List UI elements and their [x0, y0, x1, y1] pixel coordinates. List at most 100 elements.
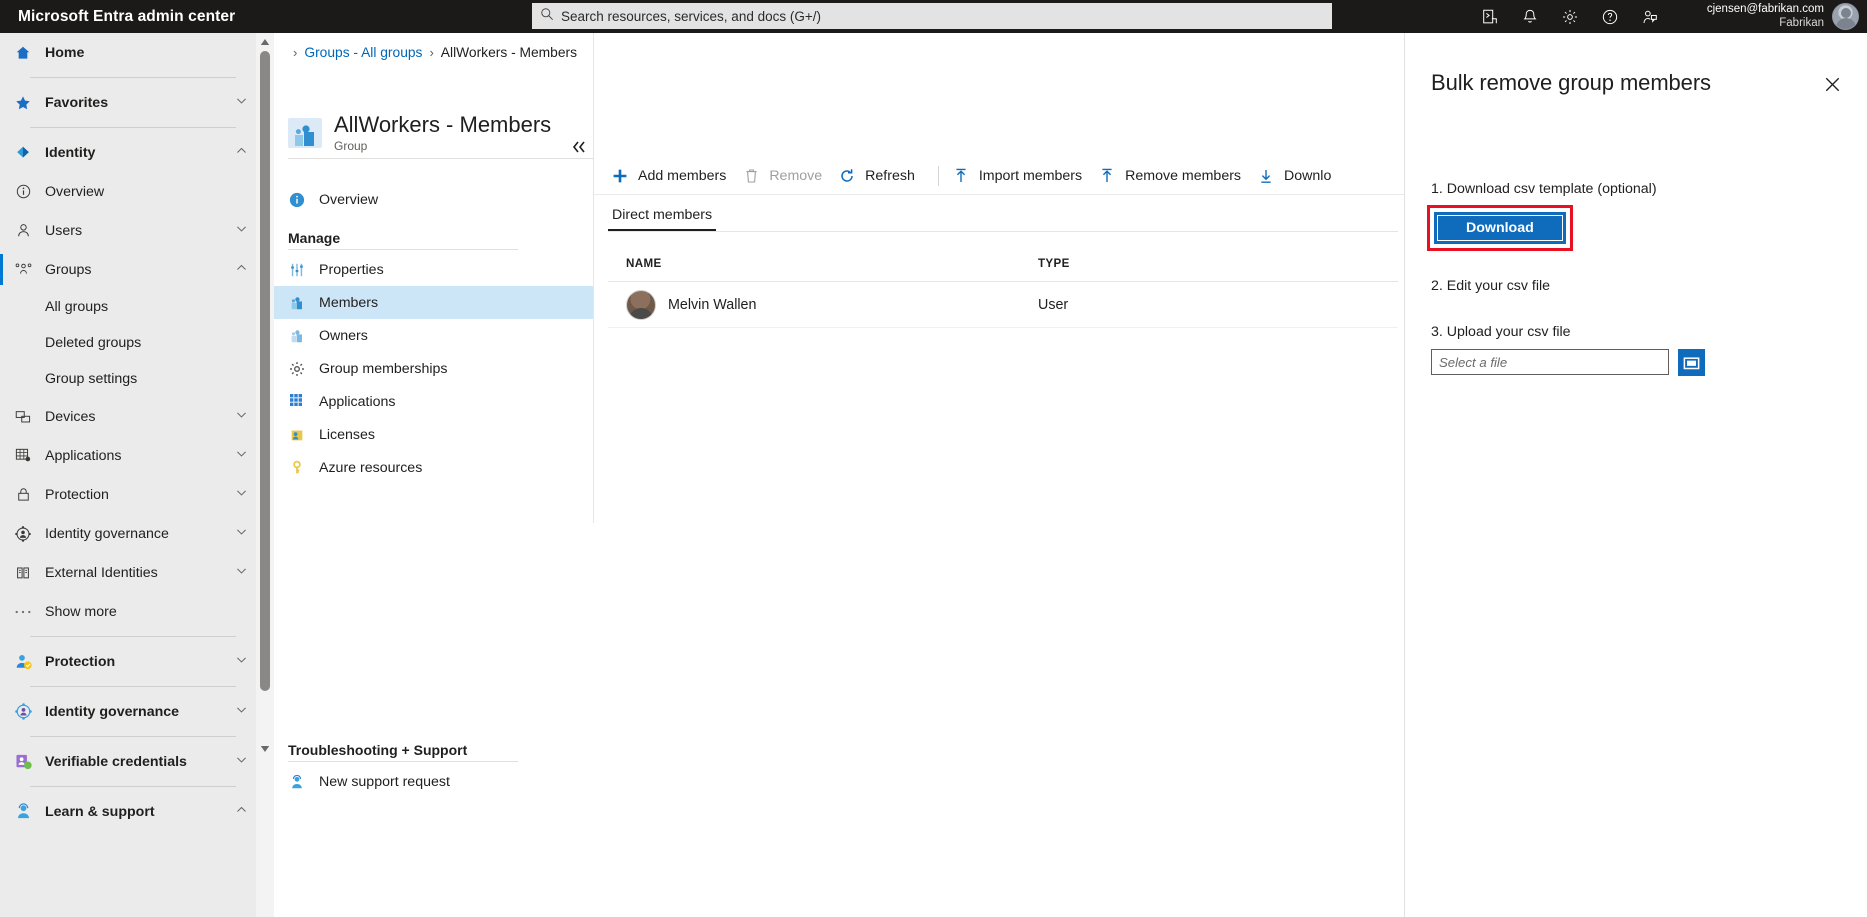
sidebar-item-identity-governance[interactable]: Identity governance [0, 514, 256, 553]
cloud-shell-icon[interactable] [1479, 6, 1501, 28]
gear-icon[interactable] [1559, 6, 1581, 28]
account-names: cjensen@fabrikan.com Fabrikan [1707, 3, 1824, 29]
blade-nav-overview[interactable]: Overview [274, 183, 594, 216]
sidebar-item-verifiable-credentials[interactable]: Verifiable credentials [0, 742, 256, 781]
header-icon-group [1479, 0, 1661, 33]
import-members-button[interactable]: Import members [949, 157, 1095, 195]
account-menu[interactable]: cjensen@fabrikan.com Fabrikan [1661, 0, 1867, 33]
sidebar-item-overview[interactable]: Overview [0, 172, 256, 211]
blade-nav-applications[interactable]: Applications [274, 385, 594, 418]
sidebar-item-external-identities[interactable]: External Identities [0, 553, 256, 592]
blade-nav-group-memberships[interactable]: Group memberships [274, 352, 594, 385]
sidebar-item-label: Deleted groups [45, 335, 142, 351]
sidebar-item-users[interactable]: Users [0, 211, 256, 250]
help-icon[interactable] [1599, 6, 1621, 28]
breadcrumb-link-groups[interactable]: Groups - All groups [304, 45, 422, 60]
groups-icon [12, 260, 34, 280]
upload-icon [951, 167, 971, 185]
page-scrollbar[interactable] [256, 33, 274, 917]
blade-nav-azure-resources[interactable]: Azure resources [274, 451, 594, 484]
learn-support-icon [12, 802, 34, 822]
sidebar-item-identity[interactable]: Identity [0, 133, 256, 172]
blade-nav-properties[interactable]: Properties [274, 253, 594, 286]
global-search-placeholder: Search resources, services, and docs (G+… [561, 8, 821, 24]
step1-label: 1. Download csv template (optional) [1431, 181, 1657, 197]
search-icon [540, 7, 554, 26]
blade-nav-label: Azure resources [319, 459, 423, 476]
applications-grid-icon [288, 393, 306, 411]
global-search-box[interactable]: Search resources, services, and docs (G+… [532, 3, 1332, 29]
file-select-input[interactable]: Select a file [1431, 349, 1669, 375]
download-template-button[interactable]: Download [1434, 212, 1566, 244]
sidebar-item-home[interactable]: Home [0, 33, 256, 72]
refresh-button[interactable]: Refresh [835, 157, 928, 195]
blade-nav-licenses[interactable]: Licenses [274, 418, 594, 451]
blade-nav-new-support-request[interactable]: New support request [274, 765, 594, 798]
table-header-row: NAME TYPE [608, 245, 1398, 282]
sidebar-item-groups[interactable]: Groups [0, 250, 256, 289]
chevron-down-icon[interactable] [235, 703, 248, 721]
command-label: Remove members [1125, 167, 1242, 184]
chevron-down-icon[interactable] [235, 486, 248, 504]
chevron-up-icon[interactable] [235, 803, 248, 821]
chevron-down-icon[interactable] [235, 94, 248, 112]
blade-nav-label: Owners [319, 327, 368, 344]
blade-nav-label: Overview [319, 191, 379, 208]
chevron-up-icon[interactable] [235, 144, 248, 162]
table-row[interactable]: Melvin Wallen User [608, 282, 1398, 328]
download-button-highlight: Download [1427, 205, 1573, 251]
blade-nav-members[interactable]: Members [274, 286, 594, 319]
chevron-down-icon[interactable] [235, 447, 248, 465]
scroll-up-arrow-icon[interactable] [259, 36, 271, 48]
blade-nav-label: New support request [319, 773, 450, 790]
scroll-down-arrow-icon[interactable] [259, 743, 271, 755]
chevron-down-icon[interactable] [235, 753, 248, 771]
chevron-down-icon[interactable] [235, 564, 248, 582]
sidebar-item-deleted-groups[interactable]: Deleted groups [0, 325, 256, 361]
sidebar-item-show-more[interactable]: Show more [0, 592, 256, 631]
sidebar-item-label: Groups [45, 261, 92, 278]
add-members-button[interactable]: Add members [608, 157, 739, 195]
sidebar-item-all-groups[interactable]: All groups [0, 289, 256, 325]
blade-nav-heading-manage: Manage [288, 230, 341, 246]
breadcrumb: › Groups - All groups › AllWorkers - Mem… [274, 38, 577, 66]
support-divider [288, 761, 518, 762]
bell-icon[interactable] [1519, 6, 1541, 28]
column-header-type: TYPE [1038, 256, 1070, 270]
blade-nav-label: Group memberships [319, 360, 448, 377]
user-icon [12, 221, 34, 241]
remove-button: Remove [739, 157, 835, 195]
sidebar-item-learn-support[interactable]: Learn & support [0, 792, 256, 831]
collapse-chevrons-icon[interactable] [569, 137, 589, 157]
sidebar-item-applications[interactable]: Applications [0, 436, 256, 475]
tab-direct-members[interactable]: Direct members [608, 199, 717, 231]
sidebar-item-identity-governance-suite[interactable]: Identity governance [0, 692, 256, 731]
azure-resources-key-icon [288, 459, 306, 477]
chevron-down-icon[interactable] [235, 408, 248, 426]
support-agent-icon [288, 773, 306, 791]
sidebar-divider [30, 636, 236, 637]
chevron-down-icon[interactable] [235, 653, 248, 671]
remove-members-button[interactable]: Remove members [1095, 157, 1254, 195]
sidebar-item-favorites[interactable]: Favorites [0, 83, 256, 122]
top-header-bar: Microsoft Entra admin center Search reso… [0, 0, 1867, 33]
sidebar-item-protection-suite[interactable]: Protection [0, 642, 256, 681]
sidebar-item-group-settings[interactable]: Group settings [0, 361, 256, 397]
avatar[interactable] [1832, 3, 1859, 30]
sidebar-item-label: Learn & support [45, 803, 155, 820]
sidebar-item-label: Show more [45, 603, 117, 620]
chevron-down-icon[interactable] [235, 222, 248, 240]
owners-icon [288, 327, 306, 345]
sidebar-item-protection[interactable]: Protection [0, 475, 256, 514]
close-icon[interactable] [1821, 73, 1843, 95]
scrollbar-thumb[interactable] [260, 51, 270, 691]
panel-title: Bulk remove group members [1431, 70, 1711, 95]
download-members-button[interactable]: Downlo [1254, 157, 1344, 195]
chevron-down-icon[interactable] [235, 525, 248, 543]
feedback-icon[interactable] [1639, 6, 1661, 28]
folder-icon[interactable] [1678, 349, 1705, 376]
upload-icon [1097, 167, 1117, 185]
chevron-up-icon[interactable] [235, 261, 248, 279]
sidebar-item-devices[interactable]: Devices [0, 397, 256, 436]
blade-nav-owners[interactable]: Owners [274, 319, 594, 352]
